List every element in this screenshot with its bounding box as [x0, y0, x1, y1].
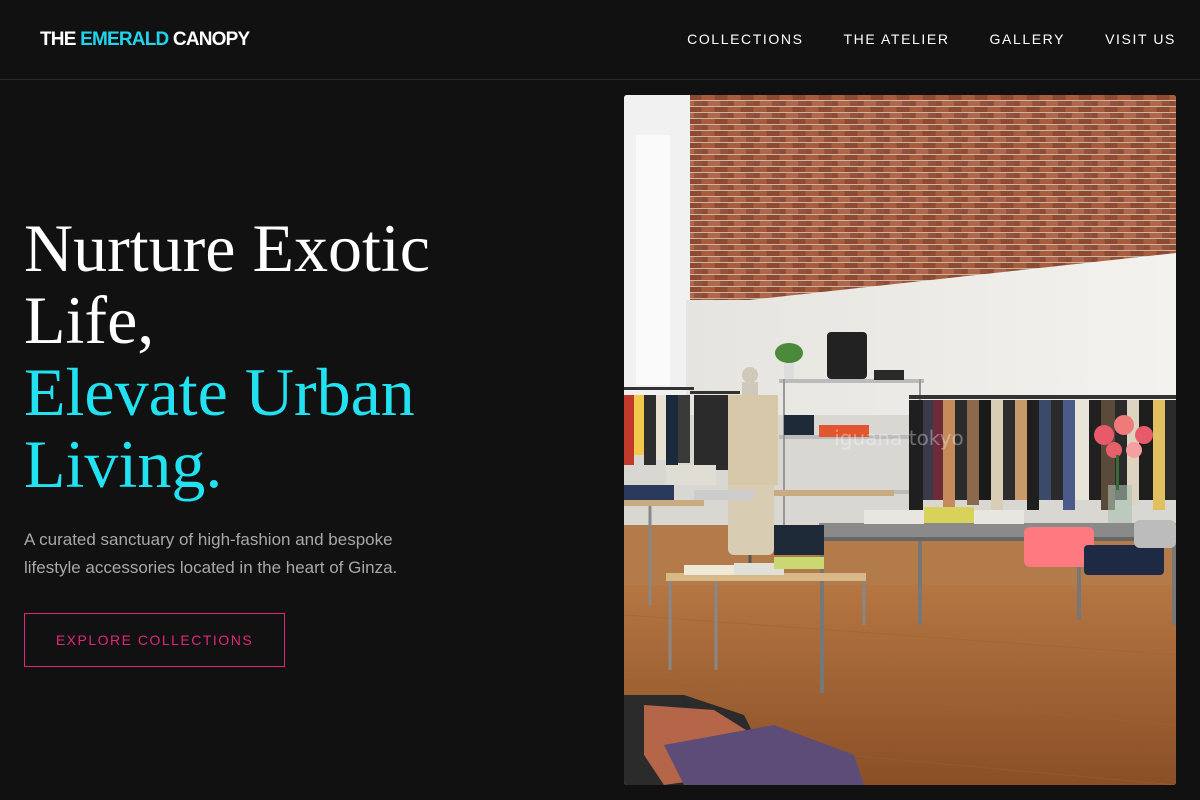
brand-name-part1: THE — [40, 29, 81, 50]
main-nav: COLLECTIONS THE ATELIER GALLERY VISIT US — [687, 30, 1176, 48]
brand-name-accent: EMERALD — [80, 29, 169, 50]
nav-item-collections[interactable]: COLLECTIONS — [687, 30, 803, 48]
nav-item-gallery[interactable]: GALLERY — [990, 30, 1066, 48]
hero-subtitle: A curated sanctuary of high-fashion and … — [24, 530, 398, 577]
explore-collections-button[interactable]: EXPLORE COLLECTIONS — [24, 613, 285, 667]
hero-title: Nurture Exotic Life, Elevate Urban Livin… — [24, 212, 584, 500]
image-watermark: iguana tokyo — [834, 426, 964, 450]
brand-logo[interactable]: THE EMERALD CANOPY — [40, 29, 250, 51]
brand-name-part2: CANOPY — [168, 29, 250, 50]
nav-item-visit-us[interactable]: VISIT US — [1105, 30, 1176, 48]
site-header: THE EMERALD CANOPY COLLECTIONS THE ATELI… — [0, 0, 1200, 80]
store-interior-image: iguana tokyo — [624, 95, 1176, 785]
hero-title-line1: Nurture Exotic — [24, 210, 430, 286]
hero-title-line3: Elevate Urban — [24, 354, 415, 430]
hero-title-line2: Life, — [24, 282, 155, 358]
hero-title-line4: Living. — [24, 426, 223, 502]
nav-item-the-atelier[interactable]: THE ATELIER — [844, 30, 950, 48]
